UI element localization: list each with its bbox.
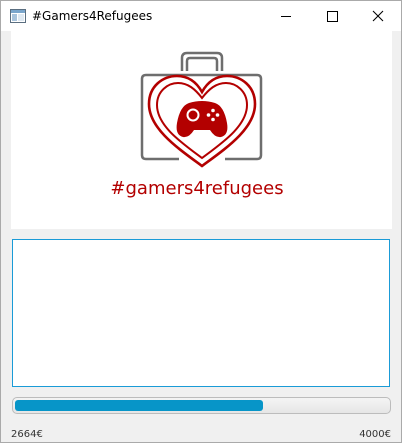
app-window: #Gamers4Refugees #gamers4refugees 2664€ … [0,0,402,443]
minimize-button[interactable] [263,1,309,31]
title-bar[interactable]: #Gamers4Refugees [1,1,401,31]
raised-amount-label: 2664€ [11,429,43,440]
logo-panel: #gamers4refugees [11,31,392,229]
close-icon [372,10,384,22]
minimize-icon [281,16,291,17]
window-title: #Gamers4Refugees [32,9,153,23]
maximize-icon [327,11,338,22]
progress-fill [15,400,263,411]
message-textarea[interactable] [12,239,390,387]
heart-gamepad-suitcase-logo: #gamers4refugees [110,51,284,199]
maximize-button[interactable] [309,1,355,31]
close-button[interactable] [355,1,401,31]
logo-caption: #gamers4refugees [110,178,283,199]
goal-amount-label: 4000€ [359,429,391,440]
donation-progress-bar [12,397,391,414]
app-icon [10,9,26,23]
